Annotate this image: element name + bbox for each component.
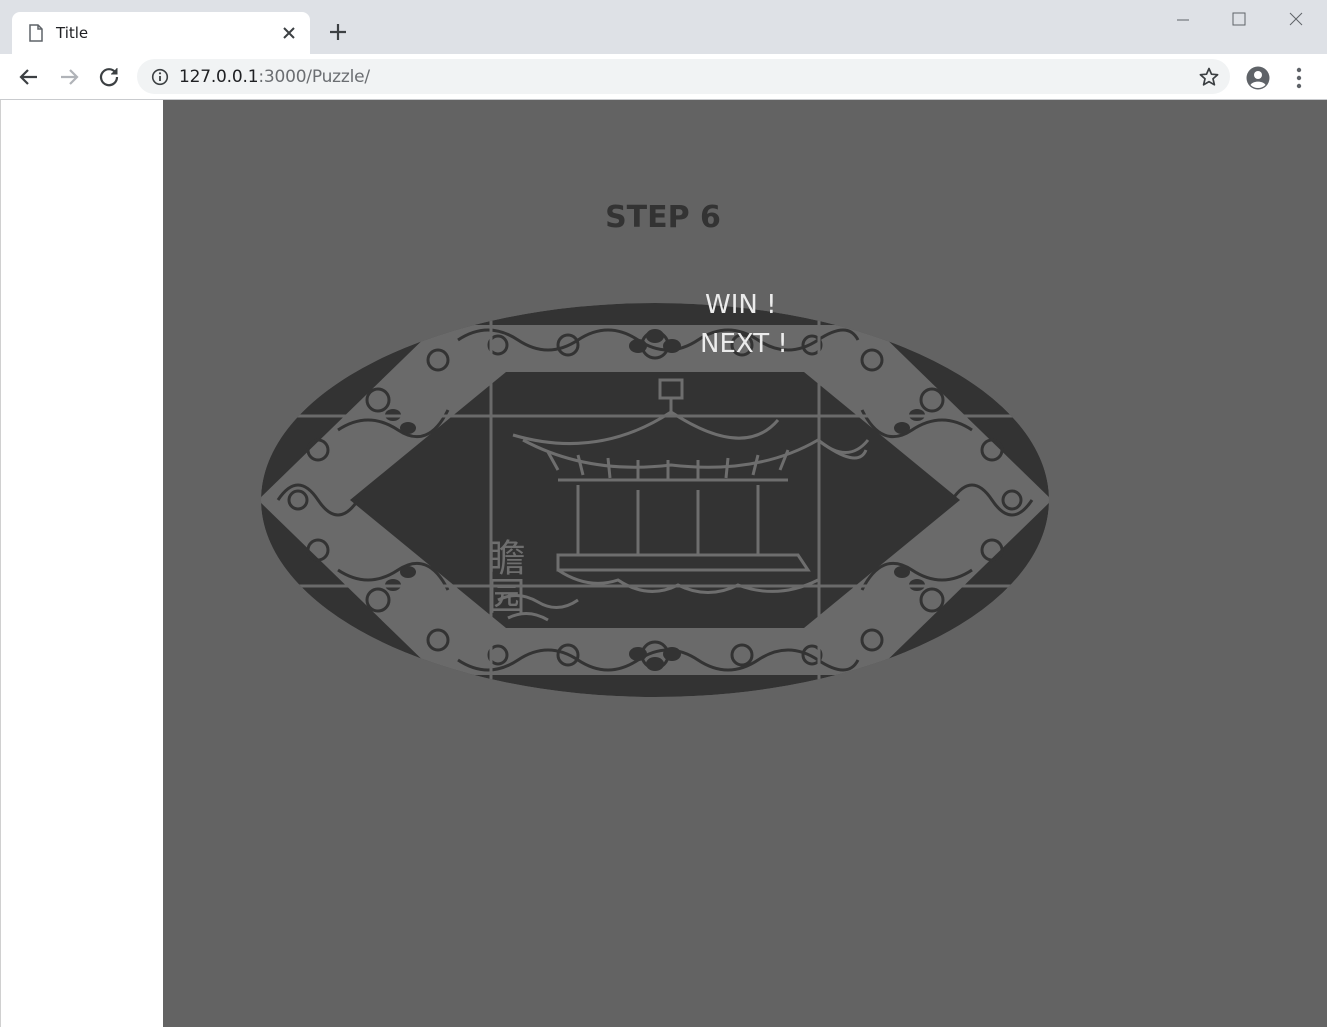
browser-toolbar: 127.0.0.1:3000/Puzzle/ [0, 54, 1327, 100]
close-tab-icon[interactable] [280, 24, 298, 42]
maximize-icon[interactable] [1216, 6, 1262, 34]
reload-icon[interactable] [96, 64, 122, 90]
browser-tab[interactable]: Title [12, 12, 310, 54]
next-button[interactable]: NEXT ! [700, 329, 788, 359]
tab-title: Title [56, 24, 89, 42]
more-menu-icon[interactable] [1288, 65, 1310, 91]
puzzle-board[interactable]: 瞻园 [258, 300, 1052, 700]
url-host: 127.0.0.1 [179, 67, 259, 87]
minimize-icon[interactable] [1160, 6, 1206, 34]
forward-arrow-icon[interactable] [56, 64, 82, 90]
page-icon [29, 24, 43, 42]
window-close-icon[interactable] [1273, 6, 1319, 34]
info-icon[interactable] [151, 68, 169, 86]
left-margin [0, 100, 163, 1027]
back-arrow-icon[interactable] [16, 64, 42, 90]
new-tab-icon[interactable] [326, 20, 350, 44]
account-icon[interactable] [1245, 65, 1271, 91]
url-path: :3000/Puzzle/ [258, 67, 370, 87]
emblem-calligraphy: 瞻园 [481, 538, 525, 614]
step-counter: STEP 6 [605, 200, 721, 235]
puzzle-game-area: STEP 6 瞻园 WIN ! NEXT ! [163, 100, 1327, 1027]
win-message: WIN ! [705, 290, 777, 320]
tab-strip: Title [0, 0, 1327, 54]
bookmark-star-icon[interactable] [1198, 66, 1220, 88]
page-viewport: STEP 6 瞻园 WIN ! NEXT ! [0, 100, 1327, 1027]
address-bar[interactable]: 127.0.0.1:3000/Puzzle/ [137, 59, 1230, 94]
url-text[interactable]: 127.0.0.1:3000/Puzzle/ [179, 67, 370, 87]
